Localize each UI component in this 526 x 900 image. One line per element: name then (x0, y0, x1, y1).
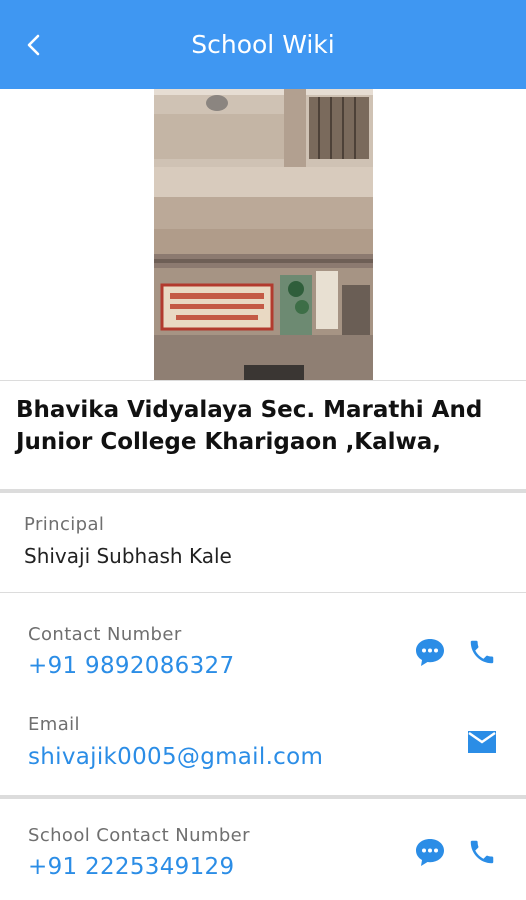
school-contact-label: School Contact Number (28, 825, 250, 846)
phone-icon (470, 840, 494, 864)
phone-icon (470, 640, 494, 664)
contact-number-link[interactable]: +91 9892086327 (28, 653, 234, 679)
call-button[interactable] (462, 632, 502, 672)
principal-value: Shivaji Subhash Kale (24, 544, 232, 568)
send-email-button[interactable] (462, 722, 502, 762)
email-label: Email (28, 714, 80, 735)
contact-number-label: Contact Number (28, 624, 182, 645)
section-divider (0, 795, 526, 799)
school-contact-link[interactable]: +91 2225349129 (28, 854, 234, 880)
school-photo (154, 89, 373, 380)
section-divider (0, 489, 526, 493)
principal-label: Principal (24, 514, 105, 535)
app-bar: School Wiki (0, 0, 526, 89)
message-button[interactable] (410, 632, 450, 672)
email-link[interactable]: shivajik0005@gmail.com (28, 744, 323, 770)
divider (0, 380, 526, 381)
message-bubble-icon (416, 639, 444, 666)
school-call-button[interactable] (462, 832, 502, 872)
school-message-button[interactable] (410, 832, 450, 872)
mail-icon (468, 731, 496, 753)
divider (0, 592, 526, 593)
message-bubble-icon (416, 839, 444, 866)
page-title: School Wiki (191, 30, 335, 59)
school-name: Bhavika Vidyalaya Sec. Marathi And Junio… (16, 397, 483, 455)
